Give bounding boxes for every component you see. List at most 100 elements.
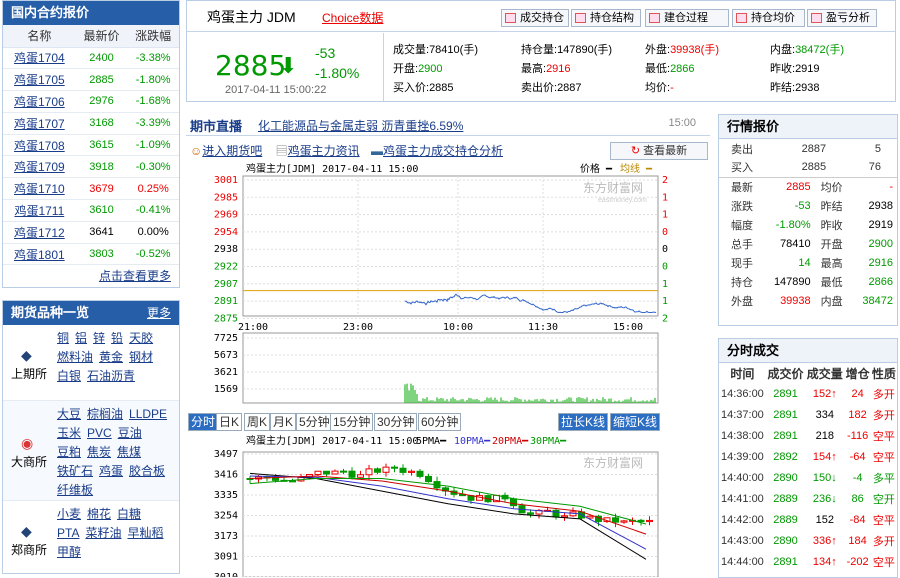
contract-name[interactable]: 鸡蛋1707 <box>3 112 76 135</box>
candle <box>365 468 373 476</box>
variety-link[interactable]: 焦炭 <box>87 443 111 462</box>
tab-3[interactable]: 月K <box>270 413 297 431</box>
chart-icon <box>505 13 516 23</box>
contract-name[interactable]: 鸡蛋1705 <box>3 68 76 92</box>
contract-name[interactable]: 鸡蛋1709 <box>3 155 76 179</box>
tab-2[interactable]: 周K <box>244 413 271 431</box>
variety-link[interactable]: 焦煤 <box>117 443 141 462</box>
link-news[interactable]: 鸡蛋主力资讯 <box>288 144 360 158</box>
link-forum[interactable]: 进入期货吧 <box>202 144 262 158</box>
variety-link[interactable]: 纤维板 <box>57 481 93 500</box>
refresh-button[interactable]: ↻ 查看最新 <box>610 142 708 160</box>
candle <box>637 519 645 523</box>
contract-name[interactable]: 鸡蛋1708 <box>3 134 76 157</box>
tab-4[interactable]: 5分钟 <box>296 413 333 431</box>
contract-name[interactable]: 鸡蛋1706 <box>3 90 76 113</box>
stat-item: 内盘:38472(手) <box>770 44 844 56</box>
analysis-icon: ▬ <box>371 144 383 158</box>
contract-name[interactable]: 鸡蛋1704 <box>3 47 76 70</box>
variety-link[interactable]: 大豆 <box>57 405 81 424</box>
tab-1[interactable]: 日K <box>216 413 243 431</box>
table-row[interactable]: 鸡蛋1706 2976 -1.68% <box>3 90 179 113</box>
variety-link[interactable]: 钢材 <box>129 348 153 367</box>
variety-link[interactable]: 白糖 <box>117 505 141 524</box>
contract-price: 2976 <box>75 90 128 113</box>
table-row[interactable]: 鸡蛋1707 3168 -3.39% <box>3 112 179 135</box>
table-row[interactable]: 鸡蛋1711 3610 -0.41% <box>3 199 179 222</box>
y-tick-right: 1.61% <box>662 296 668 307</box>
variety-link[interactable]: 胶合板 <box>129 462 165 481</box>
contract-change: -0.41% <box>127 199 179 222</box>
exchange-group: ◆ 郑商所 小麦 棉花 白糖 PTA 菜籽油 早籼稻甲醇 <box>3 501 179 573</box>
contract-name[interactable]: 鸡蛋1710 <box>3 177 76 201</box>
news-headline[interactable]: 化工能源品与金属走弱 沥青重挫6.59% <box>258 117 463 134</box>
contract-name[interactable]: 鸡蛋1801 <box>3 243 76 266</box>
candle <box>314 470 322 475</box>
variety-link[interactable]: 铝 <box>75 329 87 348</box>
variety-link[interactable]: 石油沥青 <box>87 367 135 386</box>
table-row[interactable]: 鸡蛋1705 2885 -1.80% <box>3 68 179 92</box>
tick-row: 14:42:00 2889 152 -84 空平 <box>720 513 895 527</box>
quote-time: 2017-04-11 15:00:22 <box>225 84 327 96</box>
ticks-header: 性质 <box>871 366 896 381</box>
table-row[interactable]: 鸡蛋1712 3641 0.00% <box>3 221 179 244</box>
variety-link[interactable]: 菜籽油 <box>85 524 121 543</box>
variety-link[interactable]: 棉花 <box>87 505 111 524</box>
variety-link[interactable]: 小麦 <box>57 505 81 524</box>
exchange-name: 郑商所 <box>11 543 48 557</box>
contract-name[interactable]: 鸡蛋1711 <box>3 199 76 222</box>
contracts-panel: 国内合约报价 名称 最新价 涨跌幅 鸡蛋1704 2400 -3.38% 鸡蛋1705 288… <box>2 0 180 288</box>
tab-5[interactable]: 15分钟 <box>330 413 374 431</box>
zoom-in-button[interactable]: 缩短K线 <box>610 413 661 431</box>
variety-link[interactable]: 铜 <box>57 329 69 348</box>
zoom-out-button[interactable]: 拉长K线 <box>558 413 609 431</box>
header-button-2[interactable]: 建仓过程 <box>645 9 729 27</box>
variety-link[interactable]: 天胶 <box>129 329 153 348</box>
varieties-more-link[interactable]: 更多 <box>147 301 171 325</box>
header-button-0[interactable]: 成交持仓 <box>501 9 569 27</box>
variety-link[interactable]: 豆粕 <box>57 443 81 462</box>
variety-link[interactable]: 黄金 <box>99 348 123 367</box>
stat-item: 开盘:2900 <box>393 63 443 75</box>
variety-link[interactable]: 锌 <box>93 329 105 348</box>
variety-link[interactable]: PTA <box>57 524 79 543</box>
table-row[interactable]: 鸡蛋1801 3803 -0.52% <box>3 243 179 266</box>
header-button-1[interactable]: 持仓结构 <box>571 9 641 27</box>
header-button-3[interactable]: 持仓均价 <box>732 9 805 27</box>
table-row[interactable]: 鸡蛋1704 2400 -3.38% <box>3 47 179 70</box>
contract-change: 0.00% <box>127 221 179 244</box>
variety-link[interactable]: 燃料油 <box>57 348 93 367</box>
candle <box>612 517 619 523</box>
x-tick: 15:00 <box>613 322 643 333</box>
variety-link[interactable]: 鸡蛋 <box>99 462 123 481</box>
variety-link[interactable]: 棕榈油 <box>87 405 123 424</box>
table-row[interactable]: 鸡蛋1709 3918 -0.30% <box>3 155 179 179</box>
variety-link[interactable]: 甲醇 <box>57 543 81 562</box>
news-label: 期市直播 <box>190 119 243 134</box>
contract-change: -3.39% <box>127 112 179 135</box>
variety-link[interactable]: 铁矿石 <box>57 462 93 481</box>
variety-link[interactable]: PVC <box>87 424 112 443</box>
table-row[interactable]: 鸡蛋1710 3679 0.25% <box>3 177 179 201</box>
y-tick-left: 2922 <box>214 262 238 273</box>
link-analysis[interactable]: 鸡蛋主力成交持仓分析 <box>383 144 503 158</box>
variety-link[interactable]: LLDPE <box>129 405 167 424</box>
exchange-logo-icon: ◆ <box>21 523 32 539</box>
tab-6[interactable]: 30分钟 <box>374 413 418 431</box>
quote-row: 持仓 147890 最低 2866 <box>731 276 893 289</box>
stat-item: 昨结:2938 <box>770 82 820 94</box>
variety-link[interactable]: 豆油 <box>118 424 142 443</box>
choice-link[interactable]: Choice数据 <box>322 9 383 26</box>
y-tick-left: 2938 <box>214 244 238 255</box>
variety-link[interactable]: 玉米 <box>57 424 81 443</box>
tick-row: 14:39:00 2892 154↑ -64 空平 <box>720 450 895 464</box>
header-button-4[interactable]: 盈亏分析 <box>807 9 877 27</box>
contract-name[interactable]: 鸡蛋1712 <box>3 221 76 244</box>
variety-link[interactable]: 早籼稻 <box>127 524 163 543</box>
tab-7[interactable]: 60分钟 <box>418 413 462 431</box>
variety-link[interactable]: 白银 <box>57 367 81 386</box>
more-contracts-link[interactable]: 点击查看更多 <box>99 269 171 283</box>
variety-link[interactable]: 铅 <box>111 329 123 348</box>
tab-0[interactable]: 分时 <box>188 413 219 431</box>
table-row[interactable]: 鸡蛋1708 3615 -1.09% <box>3 134 179 157</box>
